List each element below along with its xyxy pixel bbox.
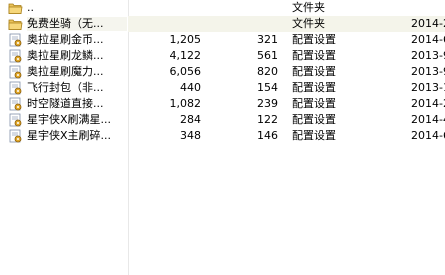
file-list: .. 文件夹 免费坐骑（无... 文件夹 2014-2 奥拉星刷金币... 1,205 3… bbox=[0, 0, 445, 275]
compressed-size: 154 bbox=[257, 81, 278, 94]
file-type: 配置设置 bbox=[292, 81, 336, 94]
file-size: 284 bbox=[180, 113, 201, 126]
modified-date: 2014-4 bbox=[411, 113, 445, 126]
file-row[interactable]: 星宇侠X刷满星... 284 122 配置设置 2014-4 bbox=[0, 112, 445, 128]
file-row[interactable]: 奥拉星刷魔力... 6,056 820 配置设置 2013-9 bbox=[0, 64, 445, 80]
settings-file-icon bbox=[8, 65, 23, 79]
file-name: 奥拉星刷金币... bbox=[27, 33, 104, 46]
file-size: 440 bbox=[180, 81, 201, 94]
file-row[interactable]: 奥拉星刷龙鳞... 4,122 561 配置设置 2013-9 bbox=[0, 48, 445, 64]
compressed-size: 239 bbox=[257, 97, 278, 110]
parent-folder-row[interactable]: .. 文件夹 bbox=[0, 0, 445, 16]
settings-file-icon bbox=[8, 49, 23, 63]
file-size: 4,122 bbox=[169, 49, 202, 62]
folder-icon bbox=[8, 17, 23, 31]
compressed-size: 122 bbox=[257, 113, 278, 126]
modified-date: 2014-2 bbox=[411, 97, 445, 110]
file-type: 文件夹 bbox=[292, 17, 325, 30]
modified-date: 2014-6 bbox=[411, 129, 445, 142]
settings-file-icon bbox=[8, 33, 23, 47]
file-type: 配置设置 bbox=[292, 97, 336, 110]
file-name: 奥拉星刷魔力... bbox=[27, 65, 104, 78]
file-type: 文件夹 bbox=[292, 1, 325, 14]
file-row[interactable]: 奥拉星刷金币... 1,205 321 配置设置 2014-6 bbox=[0, 32, 445, 48]
modified-date: 2013-9 bbox=[411, 49, 445, 62]
file-size: 348 bbox=[180, 129, 201, 142]
modified-date: 2013-9 bbox=[411, 65, 445, 78]
file-type: 配置设置 bbox=[292, 49, 336, 62]
settings-file-icon bbox=[8, 97, 23, 111]
file-row[interactable]: 时空隧道直接... 1,082 239 配置设置 2014-2 bbox=[0, 96, 445, 112]
file-size: 6,056 bbox=[169, 65, 202, 78]
file-name: 时空隧道直接... bbox=[27, 97, 104, 110]
modified-date: 2014-2 bbox=[411, 17, 445, 30]
file-name: .. bbox=[27, 1, 34, 14]
file-name: 飞行封包（非... bbox=[27, 81, 104, 94]
file-type: 配置设置 bbox=[292, 33, 336, 46]
file-name: 免费坐骑（无... bbox=[27, 17, 127, 31]
file-row[interactable]: 免费坐骑（无... 文件夹 2014-2 bbox=[0, 16, 445, 32]
file-name: 星宇侠X刷满星... bbox=[27, 113, 112, 126]
file-row[interactable]: 星宇侠X主刷碎... 348 146 配置设置 2014-6 bbox=[0, 128, 445, 144]
file-size: 1,082 bbox=[169, 97, 202, 110]
file-type: 配置设置 bbox=[292, 129, 336, 142]
settings-file-icon bbox=[8, 81, 23, 95]
file-type: 配置设置 bbox=[292, 113, 336, 126]
compressed-size: 321 bbox=[257, 33, 278, 46]
settings-file-icon bbox=[8, 129, 23, 143]
file-name: 奥拉星刷龙鳞... bbox=[27, 49, 104, 62]
settings-file-icon bbox=[8, 113, 23, 127]
compressed-size: 146 bbox=[257, 129, 278, 142]
file-name: 星宇侠X主刷碎... bbox=[27, 129, 112, 142]
folder-icon bbox=[8, 1, 23, 15]
compressed-size: 820 bbox=[257, 65, 278, 78]
file-row[interactable]: 飞行封包（非... 440 154 配置设置 2013-1 bbox=[0, 80, 445, 96]
modified-date: 2014-6 bbox=[411, 33, 445, 46]
modified-date: 2013-1 bbox=[411, 81, 445, 94]
file-type: 配置设置 bbox=[292, 65, 336, 78]
compressed-size: 561 bbox=[257, 49, 278, 62]
file-size: 1,205 bbox=[169, 33, 202, 46]
